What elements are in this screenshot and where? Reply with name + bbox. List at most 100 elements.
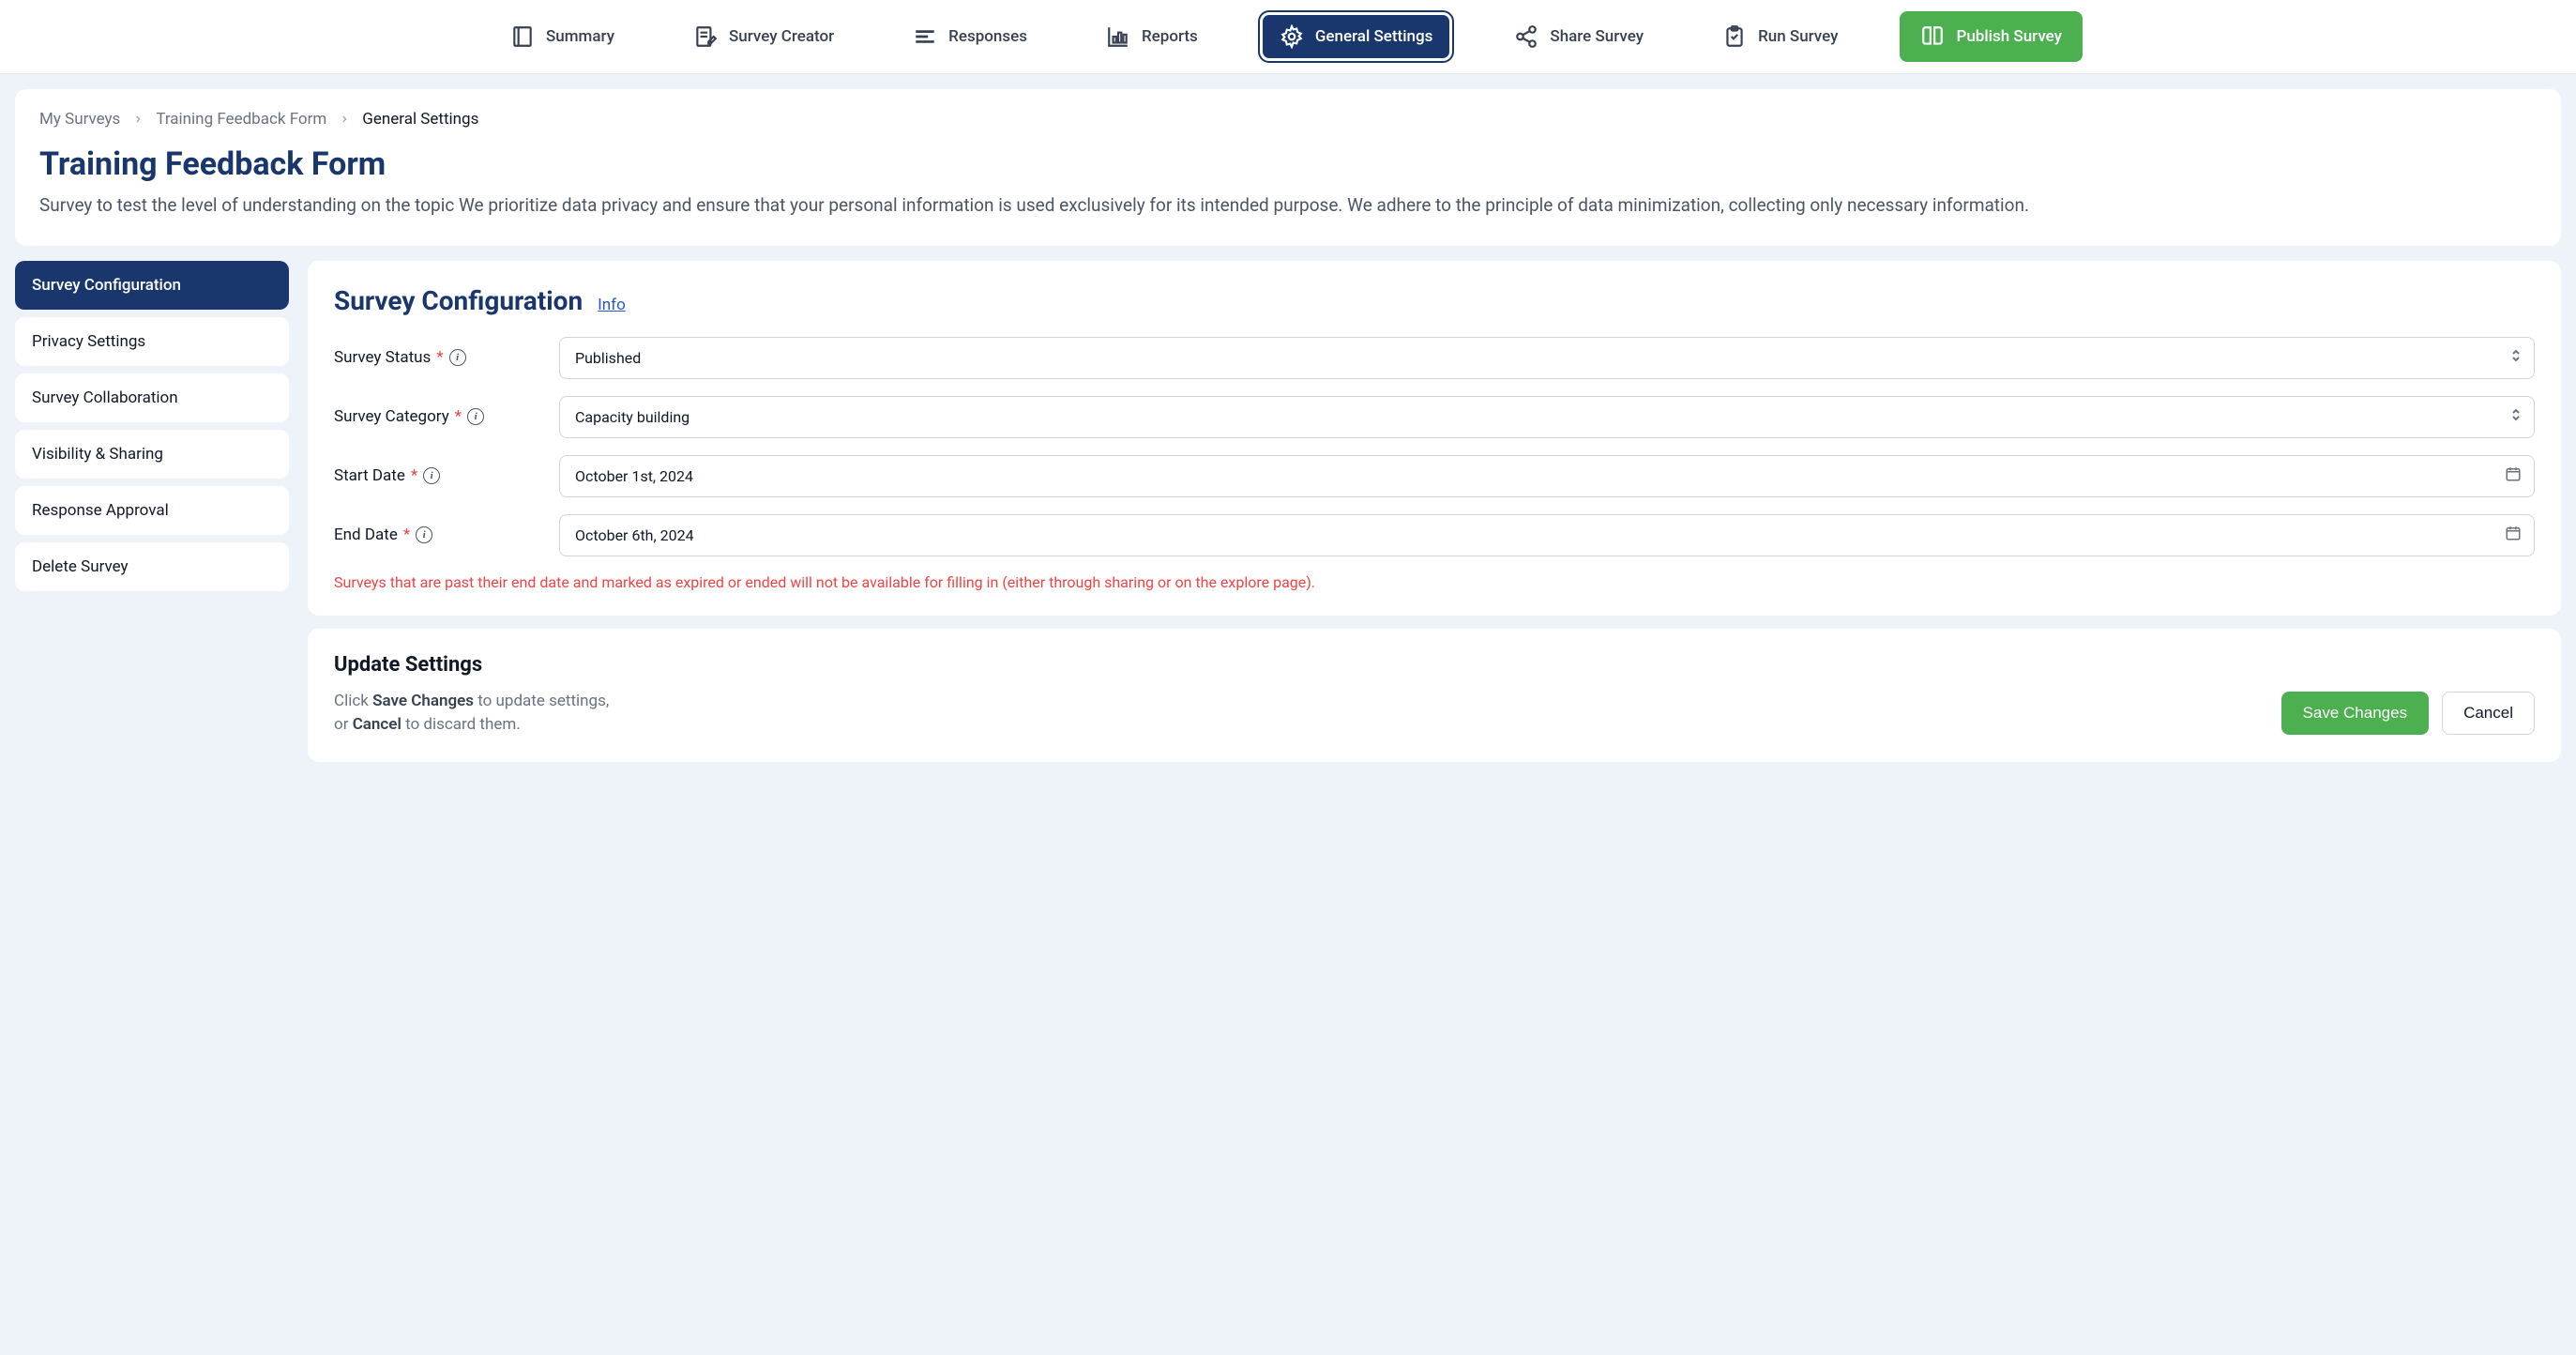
sidebar-item-delete-survey[interactable]: Delete Survey [15, 542, 289, 591]
chart-icon [1106, 24, 1130, 49]
sidebar-item-survey-configuration[interactable]: Survey Configuration [15, 261, 289, 310]
content-row: Survey Configuration Privacy Settings Su… [15, 261, 2561, 762]
status-select-wrapper: Published [559, 337, 2535, 379]
nav-responses-label: Responses [948, 27, 1027, 46]
nav-run-survey[interactable]: Run Survey [1705, 15, 1855, 58]
summary-icon [510, 24, 535, 49]
nav-share-label: Share Survey [1550, 27, 1644, 46]
sidebar-item-label: Delete Survey [32, 557, 129, 576]
clipboard-icon [1722, 24, 1747, 49]
category-value: Capacity building [575, 408, 689, 426]
required-indicator: * [436, 348, 443, 367]
book-open-icon [1920, 24, 1945, 49]
end-date-warning: Surveys that are past their end date and… [334, 573, 2535, 591]
required-indicator: * [411, 466, 417, 485]
info-icon[interactable]: i [423, 467, 440, 484]
info-icon[interactable]: i [416, 526, 432, 543]
publish-label: Publish Survey [1956, 27, 2062, 46]
status-label-text: Survey Status [334, 348, 431, 367]
nav-share-survey[interactable]: Share Survey [1497, 15, 1660, 58]
form-row-category: Survey Category * i Capacity building [334, 396, 2535, 438]
required-indicator: * [455, 407, 462, 426]
card-title-row: Survey Configuration Info [334, 285, 2535, 316]
start-date-wrapper: October 1st, 2024 [559, 455, 2535, 497]
sidebar-item-label: Survey Collaboration [32, 388, 178, 407]
sidebar-item-label: Response Approval [32, 501, 169, 520]
edit-icon [693, 24, 718, 49]
category-select[interactable]: Capacity building [559, 396, 2535, 438]
help-text-part: to discard them. [402, 715, 521, 734]
nav-survey-creator[interactable]: Survey Creator [676, 15, 851, 58]
info-link[interactable]: Info [598, 296, 626, 314]
list-icon [913, 24, 937, 49]
form-row-end-date: End Date * i October 6th, 2024 [334, 514, 2535, 556]
nav-reports-label: Reports [1142, 27, 1198, 46]
update-row: Click Save Changes to update settings, o… [334, 690, 2535, 738]
sidebar-item-privacy-settings[interactable]: Privacy Settings [15, 317, 289, 366]
status-select[interactable]: Published [559, 337, 2535, 379]
nav-summary[interactable]: Summary [493, 15, 631, 58]
category-label: Survey Category * i [334, 407, 559, 426]
update-help-text: Click Save Changes to update settings, o… [334, 690, 609, 738]
survey-configuration-card: Survey Configuration Info Survey Status *… [308, 261, 2561, 616]
card-title: Survey Configuration [334, 285, 583, 316]
help-text-bold: Cancel [353, 715, 402, 734]
gear-icon [1280, 24, 1304, 49]
form-row-status: Survey Status * i Published [334, 337, 2535, 379]
breadcrumb-current: General Settings [362, 110, 478, 129]
start-date-label-text: Start Date [334, 466, 405, 485]
category-label-text: Survey Category [334, 407, 449, 426]
nav-creator-label: Survey Creator [729, 27, 834, 46]
sidebar-item-label: Survey Configuration [32, 276, 181, 295]
main-column: Survey Configuration Info Survey Status *… [308, 261, 2561, 762]
sidebar-item-label: Privacy Settings [32, 332, 145, 351]
status-label: Survey Status * i [334, 348, 559, 367]
help-text-part: or [334, 715, 353, 734]
nav-reports[interactable]: Reports [1089, 15, 1215, 58]
nav-responses[interactable]: Responses [896, 15, 1044, 58]
category-select-wrapper: Capacity building [559, 396, 2535, 438]
chevron-right-icon [340, 110, 349, 129]
required-indicator: * [403, 525, 410, 544]
info-icon[interactable]: i [467, 408, 484, 425]
status-value: Published [575, 349, 641, 367]
sidebar-item-response-approval[interactable]: Response Approval [15, 486, 289, 535]
help-text-bold: Save Changes [372, 692, 474, 710]
end-date-label-text: End Date [334, 525, 398, 544]
publish-survey-button[interactable]: Publish Survey [1900, 11, 2083, 62]
update-title: Update Settings [334, 653, 2535, 677]
start-date-value: October 1st, 2024 [575, 467, 693, 485]
help-text-part: Click [334, 692, 372, 710]
page-title: Training Feedback Form [39, 145, 2537, 183]
help-text-part: to update settings, [474, 692, 609, 710]
form-row-start-date: Start Date * i October 1st, 2024 [334, 455, 2535, 497]
cancel-button[interactable]: Cancel [2442, 692, 2535, 735]
page-wrap: My Surveys Training Feedback Form Genera… [0, 74, 2576, 777]
info-icon[interactable]: i [449, 349, 466, 366]
save-changes-button[interactable]: Save Changes [2281, 692, 2430, 735]
header-card: My Surveys Training Feedback Form Genera… [15, 89, 2561, 246]
top-nav: Summary Survey Creator Responses Reports… [0, 0, 2576, 74]
nav-summary-label: Summary [546, 27, 614, 46]
update-settings-card: Update Settings Click Save Changes to up… [308, 629, 2561, 762]
end-date-label: End Date * i [334, 525, 559, 544]
breadcrumb-survey-name[interactable]: Training Feedback Form [156, 110, 326, 129]
settings-sidebar: Survey Configuration Privacy Settings Su… [15, 261, 289, 591]
end-date-wrapper: October 6th, 2024 [559, 514, 2535, 556]
breadcrumb: My Surveys Training Feedback Form Genera… [39, 110, 2537, 129]
chevron-right-icon [133, 110, 143, 129]
share-icon [1514, 24, 1538, 49]
start-date-input[interactable]: October 1st, 2024 [559, 455, 2535, 497]
nav-run-label: Run Survey [1758, 27, 1838, 46]
sidebar-item-label: Visibility & Sharing [32, 445, 163, 464]
button-row: Save Changes Cancel [2281, 692, 2535, 735]
page-description: Survey to test the level of understandin… [39, 192, 2537, 220]
sidebar-item-visibility-sharing[interactable]: Visibility & Sharing [15, 430, 289, 479]
nav-general-settings[interactable]: General Settings [1260, 12, 1453, 61]
end-date-value: October 6th, 2024 [575, 526, 694, 544]
nav-general-label: General Settings [1315, 27, 1433, 46]
sidebar-item-survey-collaboration[interactable]: Survey Collaboration [15, 373, 289, 422]
breadcrumb-my-surveys[interactable]: My Surveys [39, 110, 120, 129]
end-date-input[interactable]: October 6th, 2024 [559, 514, 2535, 556]
start-date-label: Start Date * i [334, 466, 559, 485]
